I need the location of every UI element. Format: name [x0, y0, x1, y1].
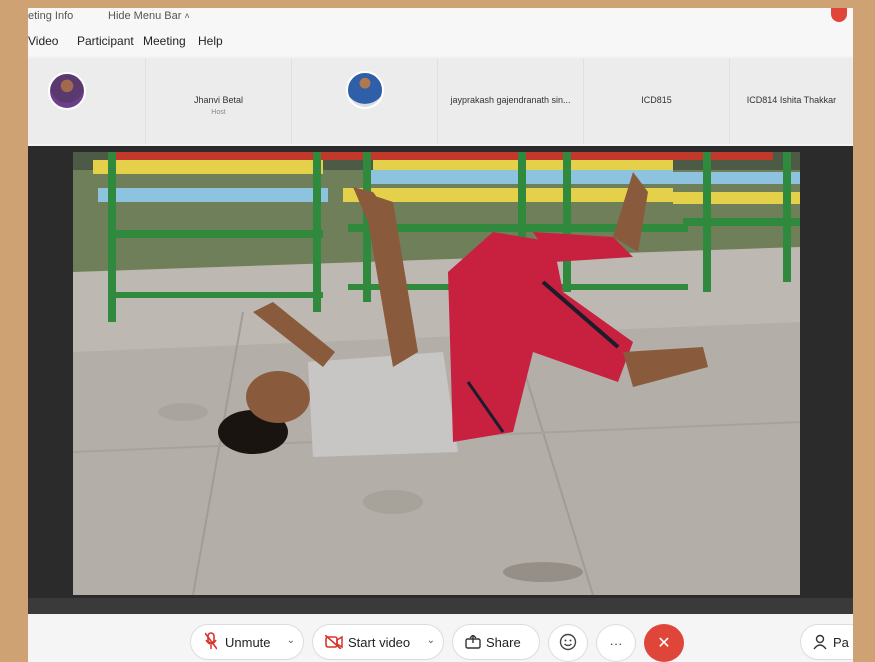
avatar — [48, 72, 86, 110]
chevron-up-icon: ˄ — [184, 11, 190, 21]
participant-tile[interactable] — [292, 58, 438, 144]
menu-item-video[interactable]: Video — [28, 34, 58, 48]
participants-button[interactable]: Pa — [800, 624, 853, 660]
meeting-info-link[interactable]: eting Info — [28, 10, 73, 22]
video-stage — [28, 146, 853, 614]
shared-video-frame — [73, 152, 800, 595]
title-bar: eting Info Hide Menu Bar ˄ — [28, 8, 853, 30]
end-meeting-button[interactable]: ✕ — [644, 624, 684, 662]
participant-name: Jhanvi Betal — [193, 95, 244, 105]
chevron-down-icon[interactable]: ⌄ — [427, 635, 435, 646]
more-button[interactable]: ··· — [596, 624, 636, 662]
stage-bottom-bar — [28, 598, 853, 614]
share-label: Share — [486, 635, 521, 650]
menu-bar: Video Participant Meeting Help — [28, 30, 853, 56]
more-icon: ··· — [609, 635, 623, 651]
participant-tile[interactable]: jayprakash gajendranath sin... — [438, 58, 584, 144]
unmute-button[interactable]: Unmute ⌄ — [190, 624, 304, 660]
mic-muted-icon — [204, 632, 218, 653]
participant-strip: Jhanvi Betal Host jayprakash gajendranat… — [28, 58, 853, 144]
start-video-label: Start video — [348, 635, 411, 650]
participant-role: Host — [211, 109, 226, 116]
menu-item-help[interactable]: Help — [198, 34, 223, 48]
meeting-window: eting Info Hide Menu Bar ˄ Video Partici… — [28, 8, 853, 662]
hide-menu-bar-label: Hide Menu Bar — [108, 10, 182, 22]
chevron-down-icon[interactable]: ⌄ — [287, 635, 295, 646]
video-off-icon — [324, 634, 343, 652]
close-window-button[interactable] — [831, 8, 847, 22]
close-icon: ✕ — [657, 635, 671, 652]
participant-name: ICD814 Ishita Thakkar — [746, 95, 837, 105]
unmute-label: Unmute — [225, 635, 271, 650]
reactions-button[interactable] — [548, 624, 588, 662]
meeting-toolbar: Unmute ⌄ Start video ⌄ Share ··· ✕ Pa — [28, 616, 853, 662]
share-button[interactable]: Share — [452, 624, 540, 660]
participant-name: jayprakash gajendranath sin... — [450, 95, 571, 105]
menu-item-meeting[interactable]: Meeting — [143, 34, 186, 48]
participant-name: ICD815 — [641, 95, 672, 105]
person-icon — [813, 634, 827, 653]
smiley-icon — [559, 633, 577, 654]
participant-tile[interactable]: Jhanvi Betal Host — [146, 58, 292, 144]
share-icon — [465, 634, 481, 652]
participants-label: Pa — [833, 635, 849, 650]
start-video-button[interactable]: Start video ⌄ — [312, 624, 444, 660]
avatar — [346, 71, 384, 109]
menu-item-participant[interactable]: Participant — [77, 34, 134, 48]
video-scene — [73, 152, 800, 595]
participant-tile[interactable] — [28, 58, 146, 144]
hide-menu-bar-button[interactable]: Hide Menu Bar ˄ — [108, 10, 190, 22]
participant-tile[interactable]: ICD815 — [584, 58, 730, 144]
participant-tile[interactable]: ICD814 Ishita Thakkar — [730, 58, 853, 144]
